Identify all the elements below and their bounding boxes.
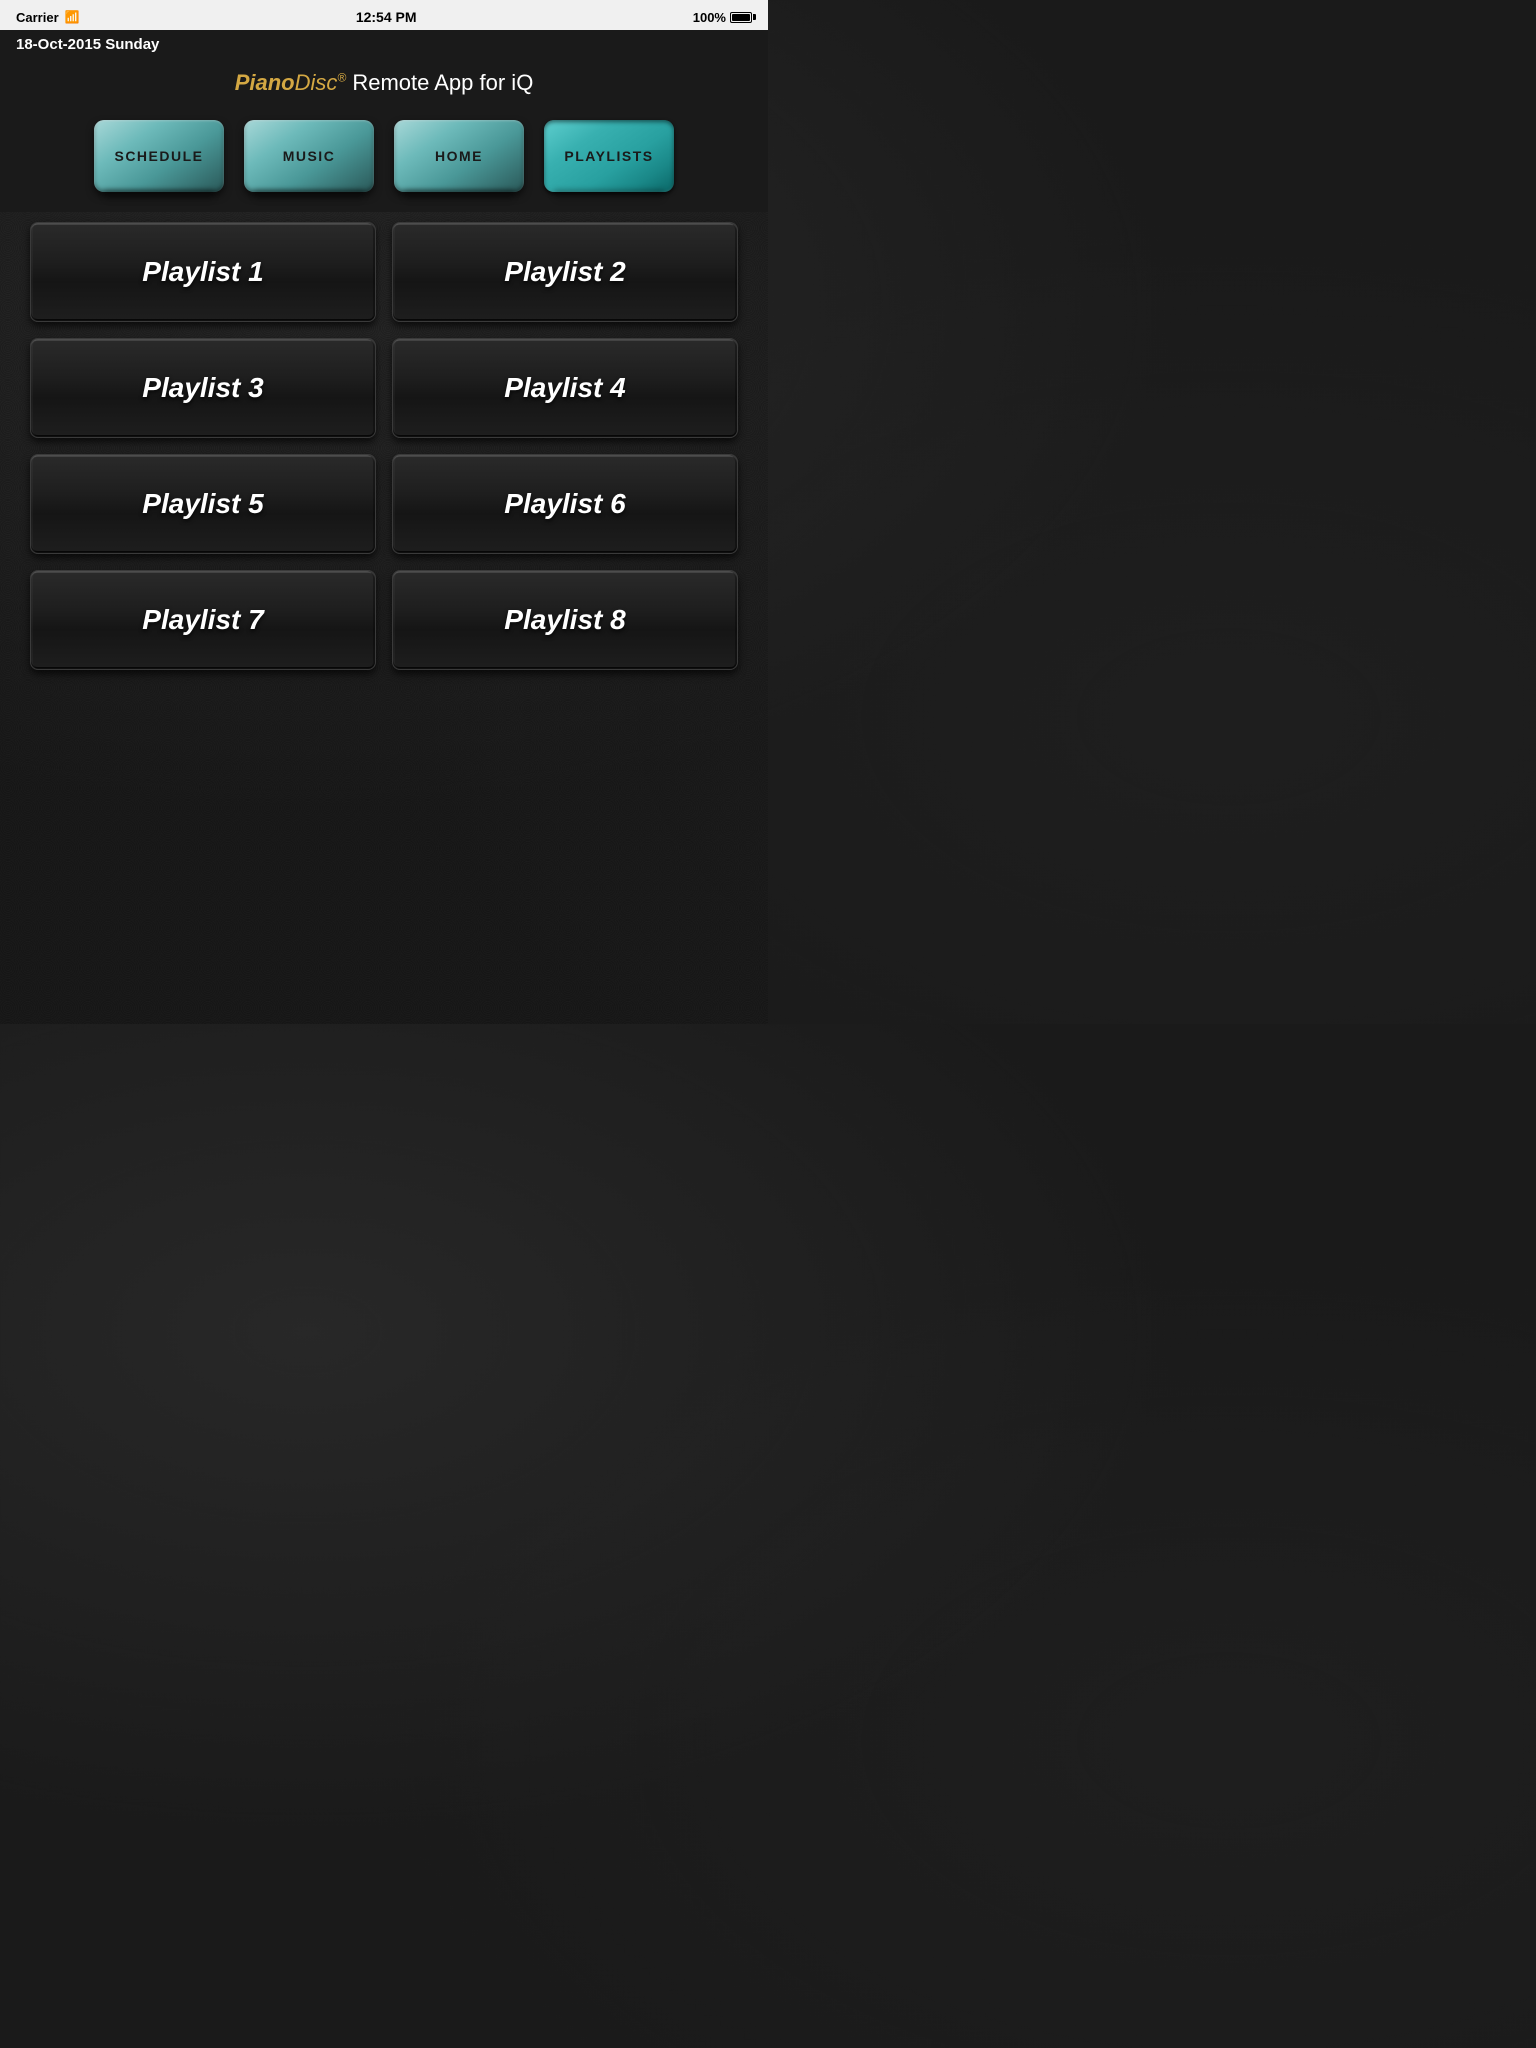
app-title: PianoDisc® Remote App for iQ	[235, 70, 534, 96]
playlist-1-button[interactable]: Playlist 1	[30, 222, 376, 322]
playlist-5-button[interactable]: Playlist 5	[30, 454, 376, 554]
playlist-8-button[interactable]: Playlist 8	[392, 570, 738, 670]
title-disc: Disc	[295, 70, 338, 95]
nav-playlists-button[interactable]: PLAYLISTS	[544, 120, 674, 192]
date-text: 18-Oct-2015 Sunday	[16, 36, 159, 53]
playlist-4-label: Playlist 4	[504, 372, 625, 404]
title-reg: ®	[337, 71, 346, 85]
playlist-3-label: Playlist 3	[142, 372, 263, 404]
nav-home-button[interactable]: HOME	[394, 120, 524, 192]
playlist-7-button[interactable]: Playlist 7	[30, 570, 376, 670]
nav-bar: SCHEDULE MUSIC HOME PLAYLISTS	[0, 110, 768, 212]
playlist-6-button[interactable]: Playlist 6	[392, 454, 738, 554]
nav-schedule-button[interactable]: SCHEDULE	[94, 120, 224, 192]
wifi-icon: 📶	[65, 10, 80, 24]
battery-icon	[730, 12, 752, 23]
playlist-2-button[interactable]: Playlist 2	[392, 222, 738, 322]
status-bar: Carrier 📶 12:54 PM 100%	[0, 0, 768, 30]
battery-label: 100%	[693, 10, 726, 25]
playlist-6-label: Playlist 6	[504, 488, 625, 520]
status-right: 100%	[693, 10, 752, 25]
playlist-1-label: Playlist 1	[142, 256, 263, 288]
title-piano: Piano	[235, 70, 295, 95]
playlist-4-button[interactable]: Playlist 4	[392, 338, 738, 438]
status-left: Carrier 📶	[16, 10, 80, 25]
carrier-label: Carrier	[16, 10, 59, 25]
title-remote: Remote App for iQ	[346, 70, 533, 95]
playlist-8-label: Playlist 8	[504, 604, 625, 636]
playlist-7-label: Playlist 7	[142, 604, 263, 636]
playlist-3-button[interactable]: Playlist 3	[30, 338, 376, 438]
app-header: PianoDisc® Remote App for iQ	[0, 60, 768, 110]
date-bar: 18-Oct-2015 Sunday	[0, 30, 768, 60]
playlist-grid: Playlist 1 Playlist 2 Playlist 3 Playlis…	[0, 212, 768, 690]
playlist-5-label: Playlist 5	[142, 488, 263, 520]
playlist-2-label: Playlist 2	[504, 256, 625, 288]
nav-music-button[interactable]: MUSIC	[244, 120, 374, 192]
time-display: 12:54 PM	[356, 9, 417, 25]
